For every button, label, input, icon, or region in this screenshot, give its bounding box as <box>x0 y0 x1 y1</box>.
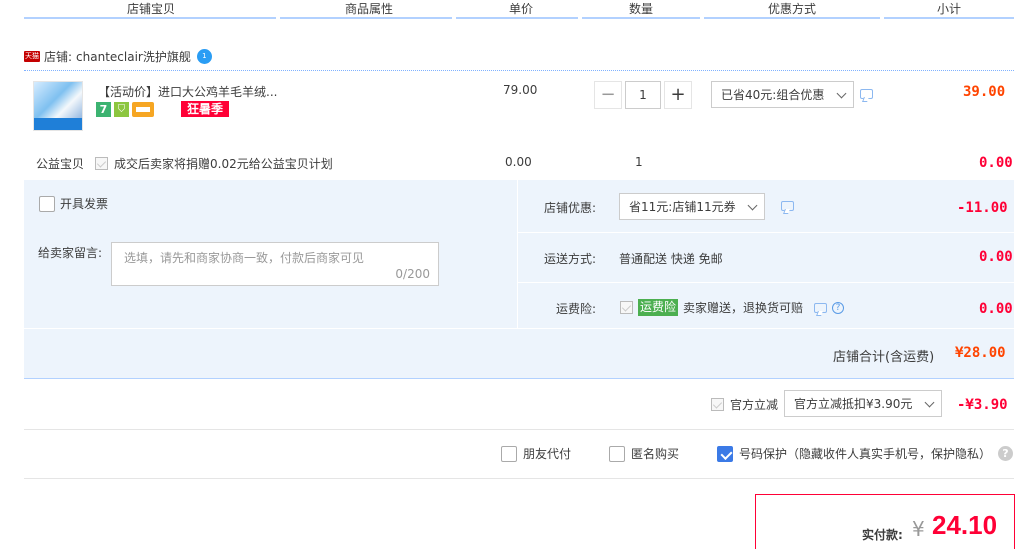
message-placeholder: 选填，请先和商家协商一致，付款后商家可见 <box>124 251 365 265</box>
message-label: 给卖家留言: <box>38 246 103 260</box>
shop-discount-amount: -11.00 <box>957 200 1008 216</box>
panel-divider <box>518 282 1014 283</box>
invoice-label: 开具发票 <box>60 197 109 211</box>
shop-name-link[interactable]: chanteclair洗护旗舰 <box>76 48 191 65</box>
header-quantity: 数量 <box>629 2 654 16</box>
anonymous-checkbox[interactable] <box>609 445 625 462</box>
header-unit-price: 单价 <box>509 2 534 16</box>
shop-label: 店铺: <box>44 49 73 64</box>
official-discount-row: 官方立减 <box>711 396 778 413</box>
header-subtotal: 小计 <box>937 2 962 16</box>
question-icon[interactable]: ? <box>832 301 845 314</box>
cart-header: 店铺宝贝 商品属性 单价 数量 优惠方式 小计 <box>0 0 1017 19</box>
panel-divider <box>518 232 1014 233</box>
official-discount-select[interactable]: 官方立减抵扣¥3.90元 <box>784 390 942 417</box>
guarantee-icon[interactable]: ⛉ <box>114 101 129 117</box>
official-discount-value: 官方立减抵扣¥3.90元 <box>794 397 913 411</box>
quantity-input[interactable]: 1 <box>625 81 661 109</box>
message-counter: 0/200 <box>395 267 430 281</box>
panel-divider <box>24 328 1014 329</box>
charity-subtotal: 0.00 <box>979 155 1013 171</box>
message-icon[interactable] <box>781 201 794 211</box>
number-protect-checkbox[interactable] <box>717 445 733 462</box>
help-icon[interactable]: ? <box>998 446 1013 461</box>
friend-pay-option[interactable]: 朋友代付 <box>501 445 571 462</box>
chevron-down-icon <box>747 200 758 211</box>
quantity-stepper: − 1 + <box>594 81 692 109</box>
payment-amount: 24.10 <box>932 510 998 540</box>
charity-quantity: 1 <box>635 155 643 169</box>
divider <box>24 478 1014 479</box>
insurance-row: 运费险 卖家赠送，退换货可赔 ? <box>620 299 845 316</box>
tmall-icon: 天猫 <box>24 50 40 62</box>
shipping-value: 普通配送 快递 免邮 <box>619 252 723 266</box>
currency-symbol: ¥ <box>912 517 925 541</box>
payment-box: 实付款: ¥ 24.10 <box>755 494 1015 549</box>
shipping-label: 运送方式: <box>544 252 597 266</box>
number-protect-option[interactable]: 号码保护（隐藏收件人真实手机号，保护隐私） <box>717 445 991 462</box>
item-subtotal: 39.00 <box>963 84 1006 100</box>
message-icon[interactable] <box>814 302 828 313</box>
insurance-checkbox <box>620 301 633 314</box>
charity-row: 成交后卖家将捐赠0.02元给公益宝贝计划 <box>95 155 333 172</box>
official-discount-checkbox <box>711 398 724 411</box>
increase-button[interactable]: + <box>664 81 692 109</box>
header-divider <box>884 17 1014 19</box>
shop-total-label: 店铺合计(含运费) <box>833 350 935 365</box>
anonymous-label: 匿名购买 <box>631 447 680 461</box>
panel-divider <box>517 180 518 328</box>
header-divider <box>24 17 276 19</box>
insurance-amount: 0.00 <box>979 301 1013 317</box>
payment-label: 实付款: <box>862 528 903 542</box>
message-icon[interactable] <box>860 89 873 99</box>
thumbnail-band <box>34 118 82 130</box>
insurance-label: 运费险: <box>556 302 597 316</box>
product-title-link[interactable]: 【活动价】进口大公鸡羊毛羊绒... <box>98 83 277 100</box>
invoice-option[interactable]: 开具发票 <box>39 195 108 212</box>
header-shop-item: 店铺宝贝 <box>127 2 176 16</box>
divider <box>24 429 1014 430</box>
product-badges: 7 ⛉ 狂暑季 <box>96 101 230 117</box>
insurance-text: 卖家赠送，退换货可赔 <box>683 301 804 315</box>
charity-price: 0.00 <box>505 155 532 169</box>
number-protect-label: 号码保护（隐藏收件人真实手机号，保护隐私） <box>739 447 992 461</box>
shop-discount-label: 店铺优惠: <box>544 201 597 215</box>
header-discount: 优惠方式 <box>768 2 817 16</box>
header-divider <box>456 17 578 19</box>
decrease-button[interactable]: − <box>594 81 622 109</box>
charity-label: 公益宝贝 <box>36 157 85 171</box>
anonymous-option[interactable]: 匿名购买 <box>609 445 679 462</box>
promo-badge: 狂暑季 <box>181 101 230 117</box>
product-thumbnail[interactable] <box>33 81 83 131</box>
chevron-down-icon <box>924 397 935 408</box>
seller-message-field[interactable]: 选填，请先和商家协商一致，付款后商家可见 0/200 <box>111 242 439 286</box>
credit-card-icon[interactable] <box>132 101 154 117</box>
discount-select-value: 已省40元:组合优惠 <box>721 88 825 102</box>
discount-select[interactable]: 已省40元:组合优惠 <box>711 81 854 108</box>
header-attributes: 商品属性 <box>345 2 394 16</box>
header-divider <box>704 17 880 19</box>
shipping-amount: 0.00 <box>979 249 1013 265</box>
shop-coupon-value: 省11元:店铺11元券 <box>629 200 736 214</box>
header-divider <box>280 17 452 19</box>
friend-pay-checkbox[interactable] <box>501 445 517 462</box>
shop-divider <box>24 70 1014 71</box>
chevron-down-icon <box>836 88 847 99</box>
official-discount-label: 官方立减 <box>730 398 779 412</box>
seven-day-return-icon[interactable]: 7 <box>96 101 111 117</box>
unit-price: 79.00 <box>503 83 538 97</box>
insurance-tag: 运费险 <box>638 299 679 316</box>
header-divider <box>582 17 700 19</box>
wangwang-chat-icon[interactable]: 1 <box>196 48 212 64</box>
charity-checkbox <box>95 157 108 170</box>
official-discount-amount: -¥3.90 <box>957 397 1008 413</box>
charity-text: 成交后卖家将捐赠0.02元给公益宝贝计划 <box>114 157 333 171</box>
invoice-checkbox[interactable] <box>39 195 55 212</box>
shop-total-amount: ¥28.00 <box>955 345 1006 361</box>
friend-pay-label: 朋友代付 <box>523 447 572 461</box>
shop-coupon-select[interactable]: 省11元:店铺11元券 <box>619 193 765 220</box>
shop-line: 天猫 店铺: chanteclair洗护旗舰 1 <box>24 46 212 66</box>
